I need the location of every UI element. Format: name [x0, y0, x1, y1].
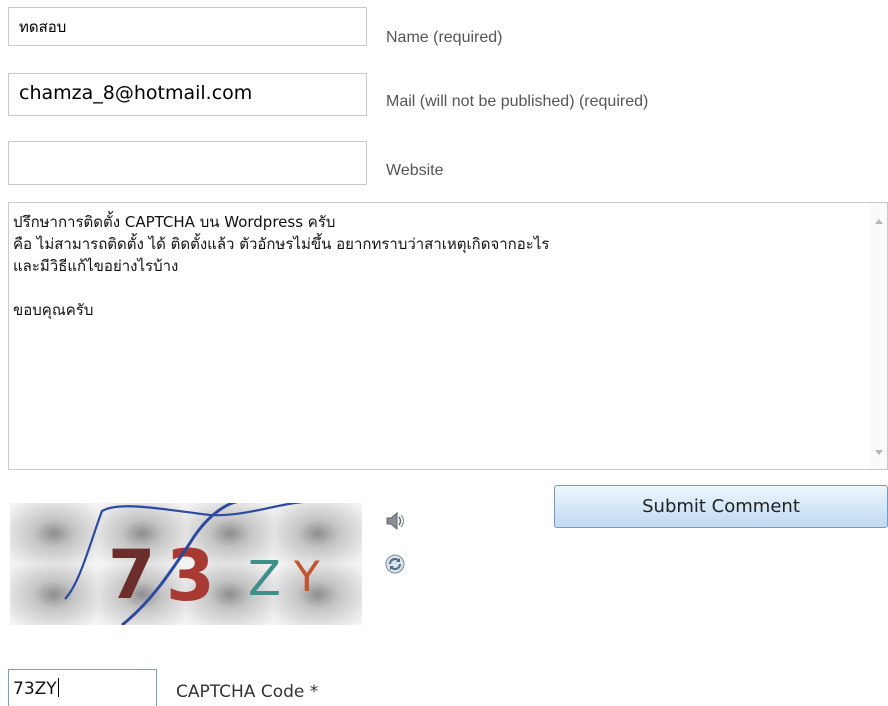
- text-caret: [57, 678, 59, 697]
- captcha-glyph: Y: [293, 552, 320, 601]
- email-input-value: chamza_8@hotmail.com: [19, 82, 253, 104]
- comment-text: ปรึกษาการติดตั้ง CAPTCHA บน Wordpress คร…: [13, 211, 853, 321]
- captcha-code-input[interactable]: 73ZY: [8, 669, 157, 706]
- speaker-icon[interactable]: [384, 510, 406, 532]
- refresh-icon[interactable]: [384, 553, 406, 575]
- name-input[interactable]: ทดสอบ: [8, 7, 367, 46]
- comment-form: ทดสอบ Name (required) chamza_8@hotmail.c…: [0, 0, 888, 706]
- captcha-glyph: 3: [166, 535, 215, 617]
- email-label: Mail (will not be published) (required): [386, 93, 649, 110]
- comment-line: คือ ไม่สามารถติดตั้ง ได้ ติดตั้งแล้ว ตัว…: [13, 235, 550, 253]
- comment-scrollbar[interactable]: [870, 203, 887, 469]
- captcha-code-label: CAPTCHA Code *: [176, 682, 319, 702]
- comment-line: และมีวิธีแก้ไขอย่างไรบ้าง: [13, 257, 179, 275]
- captcha-code-value: 73ZY: [13, 679, 57, 699]
- comment-textarea[interactable]: ปรึกษาการติดตั้ง CAPTCHA บน Wordpress คร…: [8, 202, 888, 470]
- captcha-image-graphic: 7 3 Z Y: [10, 499, 362, 627]
- email-input[interactable]: chamza_8@hotmail.com: [8, 73, 367, 116]
- captcha-glyph: Z: [248, 551, 281, 607]
- captcha-image: 7 3 Z Y: [10, 499, 362, 627]
- name-input-value: ทดสอบ: [19, 18, 67, 36]
- website-label: Website: [386, 162, 444, 179]
- submit-comment-button[interactable]: Submit Comment: [554, 485, 888, 528]
- scroll-down-arrow-icon[interactable]: [875, 450, 883, 455]
- comment-line: ขอบคุณครับ: [13, 301, 94, 319]
- comment-line: ปรึกษาการติดตั้ง CAPTCHA บน Wordpress คร…: [13, 213, 336, 231]
- captcha-glyph: 7: [108, 536, 155, 615]
- captcha-code-value-wrapper: 73ZY: [13, 678, 59, 699]
- website-input[interactable]: [8, 141, 367, 185]
- name-label: Name (required): [386, 29, 503, 46]
- scroll-up-arrow-icon[interactable]: [875, 219, 883, 224]
- comment-line: [13, 277, 853, 299]
